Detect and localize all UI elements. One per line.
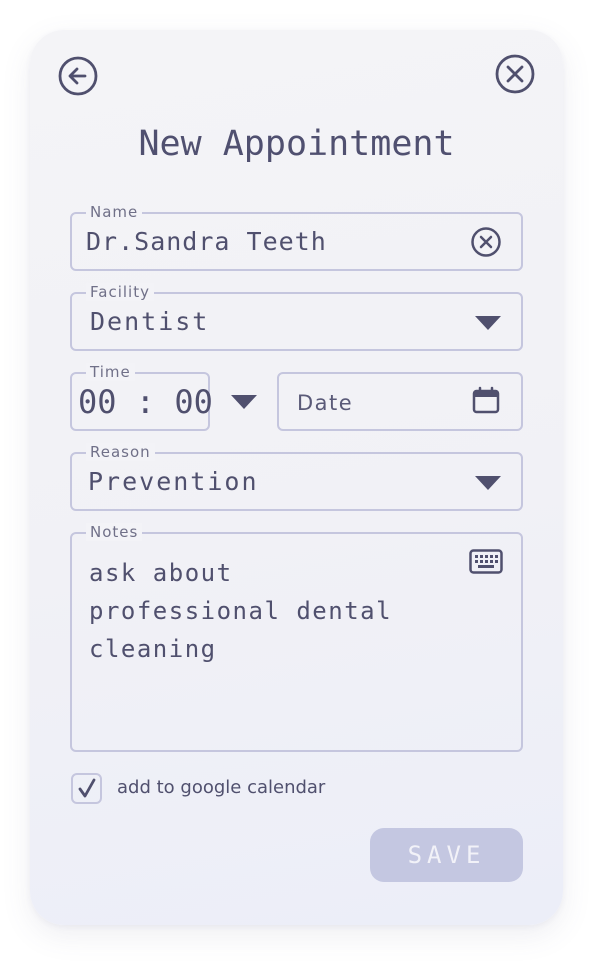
time-dropdown-caret-icon[interactable] (231, 395, 257, 409)
reason-select[interactable]: Reason Prevention (70, 443, 523, 511)
facility-select[interactable]: Facility Dentist (70, 283, 523, 351)
name-input-value[interactable]: Dr.Sandra Teeth (86, 227, 327, 256)
keyboard-button[interactable] (469, 549, 503, 575)
name-field-label: Name (86, 203, 143, 221)
dropdown-caret-icon[interactable] (475, 316, 501, 330)
time-field[interactable]: Time 00 : 00 (70, 363, 213, 431)
clear-name-button[interactable] (470, 226, 502, 258)
notes-textarea[interactable]: Notes ask about professional dental clea… (70, 523, 523, 752)
date-field[interactable]: Date (277, 372, 523, 431)
save-button[interactable]: SAVE (370, 828, 523, 882)
time-field-label: Time (86, 363, 135, 381)
calendar-icon (472, 386, 500, 414)
appointment-card: New Appointment Name Dr.Sandra Teeth Fac… (30, 30, 563, 925)
notes-field-label: Notes (86, 523, 143, 541)
arrow-left-circle-icon (58, 56, 98, 96)
time-value[interactable]: 00 : 00 (78, 383, 213, 421)
google-calendar-checkbox[interactable] (71, 773, 102, 804)
notes-value[interactable]: ask about professional dental cleaning (89, 554, 469, 668)
facility-value: Dentist (90, 307, 210, 336)
checkmark-icon (78, 778, 96, 798)
back-button[interactable] (57, 55, 99, 97)
page-title: New Appointment (138, 124, 455, 164)
dropdown-caret-icon[interactable] (475, 476, 501, 490)
date-picker-button[interactable] (471, 386, 501, 416)
google-calendar-label[interactable]: add to google calendar (117, 777, 325, 798)
facility-field-label: Facility (86, 283, 154, 301)
reason-value: Prevention (88, 467, 259, 496)
date-placeholder: Date (297, 391, 354, 415)
name-field[interactable]: Name Dr.Sandra Teeth (70, 203, 523, 271)
close-circle-icon (495, 54, 535, 94)
close-button[interactable] (494, 53, 536, 95)
reason-field-label: Reason (86, 443, 155, 461)
keyboard-icon (469, 549, 503, 574)
clear-circle-icon (471, 227, 501, 257)
